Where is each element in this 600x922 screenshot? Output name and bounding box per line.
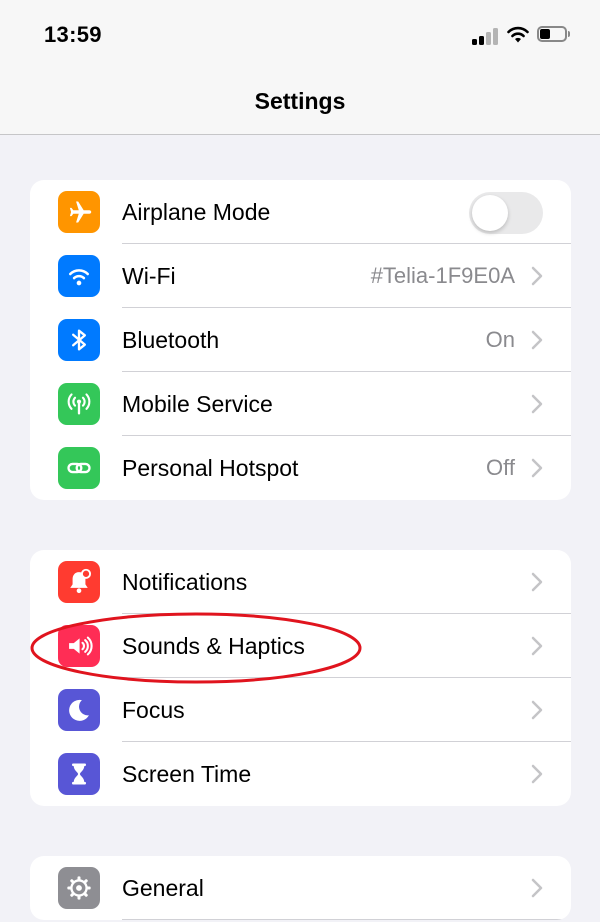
- status-bar: 13:59: [0, 0, 600, 70]
- wifi-network-value: #Telia-1F9E0A: [370, 263, 515, 288]
- chevron-right-icon: [531, 700, 543, 720]
- mobile-service-row[interactable]: Mobile Service: [30, 372, 571, 436]
- screen-time-row[interactable]: Screen Time: [30, 742, 571, 806]
- navigation-bar: Settings: [0, 70, 600, 135]
- wifi-label: Wi-Fi: [122, 263, 176, 289]
- general-row[interactable]: General: [30, 856, 571, 920]
- screen-time-label: Screen Time: [122, 761, 252, 787]
- airplane-mode-toggle[interactable]: [469, 192, 543, 234]
- personal-hotspot-label: Personal Hotspot: [122, 455, 299, 481]
- chevron-right-icon: [531, 636, 543, 656]
- chevron-right-icon: [531, 572, 543, 592]
- bluetooth-row[interactable]: Bluetooth On: [30, 308, 571, 372]
- bluetooth-status-value: On: [485, 327, 515, 352]
- airplane-mode-label: Airplane Mode: [122, 199, 271, 225]
- wifi-status-icon: [507, 26, 529, 43]
- battery-icon: [537, 26, 570, 44]
- wifi-row[interactable]: Wi-Fi #Telia-1F9E0A: [30, 244, 571, 308]
- gear-icon: [58, 867, 100, 909]
- notifications-label: Notifications: [122, 569, 248, 595]
- chevron-right-icon: [531, 330, 543, 350]
- mobile-service-label: Mobile Service: [122, 391, 273, 417]
- settings-group-general: General: [30, 856, 571, 920]
- bluetooth-label: Bluetooth: [122, 327, 220, 353]
- cellular-signal-icon: [472, 27, 502, 45]
- antenna-icon: [58, 383, 100, 425]
- chevron-right-icon: [531, 394, 543, 414]
- settings-group-connectivity: Airplane Mode Wi-Fi #Telia-1F9E0A Blueto…: [30, 180, 571, 500]
- chevron-right-icon: [531, 878, 543, 898]
- personal-hotspot-status-value: Off: [486, 455, 515, 480]
- notifications-row[interactable]: Notifications: [30, 550, 571, 614]
- moon-icon: [58, 689, 100, 731]
- annotation-ellipse: [30, 612, 362, 684]
- page-title: Settings: [254, 88, 346, 114]
- general-label: General: [122, 875, 204, 901]
- chevron-right-icon: [531, 266, 543, 286]
- airplane-mode-row[interactable]: Airplane Mode: [30, 180, 571, 244]
- airplane-icon: [58, 191, 100, 233]
- status-time: 13:59: [44, 22, 102, 47]
- wifi-icon: [58, 255, 100, 297]
- hotspot-link-icon: [58, 447, 100, 489]
- chevron-right-icon: [531, 764, 543, 784]
- personal-hotspot-row[interactable]: Personal Hotspot Off: [30, 436, 571, 500]
- hourglass-icon: [58, 753, 100, 795]
- bell-icon: [58, 561, 100, 603]
- bluetooth-icon: [58, 319, 100, 361]
- chevron-right-icon: [531, 458, 543, 478]
